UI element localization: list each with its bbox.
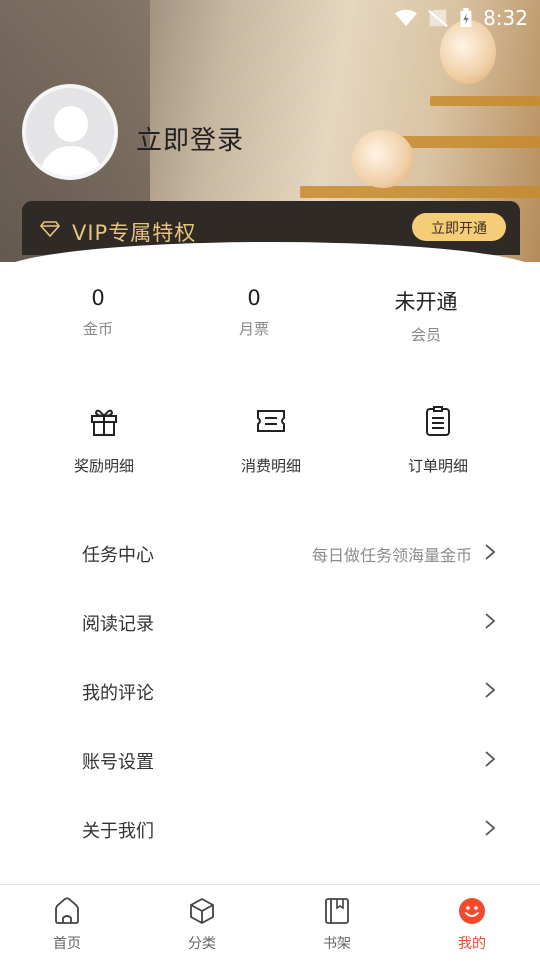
- smiley-icon: [459, 898, 485, 924]
- ticket-icon: [257, 410, 285, 432]
- vip-title: VIP专属特权: [72, 221, 197, 245]
- stat-value: 0: [247, 286, 261, 310]
- battery-charging-icon: [460, 8, 472, 28]
- tab-label: 书架: [323, 936, 351, 952]
- stat-coins[interactable]: 0 金币: [28, 286, 168, 339]
- tab-label: 首页: [53, 936, 81, 952]
- tab-bookshelf[interactable]: 书架: [297, 897, 377, 953]
- menu-list: 任务中心 每日做任务领海量金币 阅读记录 我的评论 账号设置 关于我们: [0, 517, 540, 862]
- menu-item-hint: 每日做任务领海量金币: [311, 546, 472, 565]
- chevron-right-icon: [485, 820, 496, 836]
- stat-value: 0: [91, 286, 105, 310]
- wifi-icon: [395, 9, 418, 27]
- diamond-icon: [40, 221, 60, 237]
- menu-item-account-settings[interactable]: 账号设置: [0, 724, 540, 793]
- status-bar: 8:32: [395, 4, 528, 32]
- chevron-right-icon: [485, 613, 496, 629]
- menu-item-my-comments[interactable]: 我的评论: [0, 655, 540, 724]
- vip-activate-button[interactable]: 立即开通: [412, 213, 506, 241]
- shortcut-label: 消费明细: [240, 457, 301, 475]
- chevron-right-icon: [485, 751, 496, 767]
- tab-label: 分类: [188, 936, 216, 952]
- menu-item-label: 关于我们: [82, 821, 154, 842]
- stat-membership[interactable]: 未开通 会员: [356, 286, 496, 345]
- stats-row: 0 金币 0 月票 未开通 会员: [0, 286, 540, 356]
- menu-item-label: 账号设置: [82, 752, 154, 773]
- gift-icon: [91, 409, 117, 436]
- chevron-right-icon: [485, 544, 496, 560]
- menu-item-about-us[interactable]: 关于我们: [0, 793, 540, 862]
- status-time: 8:32: [483, 6, 528, 30]
- bookshelf-icon: [325, 898, 349, 924]
- tab-home[interactable]: 首页: [27, 897, 107, 953]
- stat-value: 未开通: [394, 290, 458, 314]
- banner-stair-2: [390, 136, 540, 148]
- banner-stair-3: [430, 96, 540, 106]
- profile-banner: 8:32 立即登录 VIP专属特权 立即开通: [0, 0, 540, 262]
- shortcut-label: 奖励明细: [73, 457, 134, 475]
- login-link[interactable]: 立即登录: [136, 120, 244, 157]
- menu-item-reading-history[interactable]: 阅读记录: [0, 586, 540, 655]
- stat-label: 金币: [82, 320, 113, 338]
- bottom-navigation: 首页 分类 书架 我的: [0, 884, 540, 961]
- chevron-right-icon: [485, 682, 496, 698]
- shortcut-reward-details[interactable]: 奖励明细: [44, 405, 164, 476]
- tab-category[interactable]: 分类: [162, 897, 242, 953]
- avatar-body-shape: [40, 146, 102, 176]
- shortcut-order-details[interactable]: 订单明细: [378, 405, 498, 476]
- home-icon: [55, 897, 79, 924]
- shortcut-consumption-details[interactable]: 消费明细: [211, 405, 331, 476]
- menu-item-task-center[interactable]: 任务中心 每日做任务领海量金币: [0, 517, 540, 586]
- shortcut-row: 奖励明细 消费明细 订单明细: [0, 405, 540, 485]
- no-sim-icon: [428, 9, 448, 27]
- shortcut-label: 订单明细: [407, 457, 468, 475]
- tab-label: 我的: [458, 936, 486, 952]
- stat-label: 月票: [238, 320, 269, 338]
- stat-monthly-tickets[interactable]: 0 月票: [184, 286, 324, 339]
- stat-label: 会员: [410, 326, 441, 344]
- banner-cat-image: [352, 130, 414, 188]
- avatar[interactable]: [22, 84, 118, 180]
- menu-item-label: 阅读记录: [82, 614, 154, 635]
- avatar-head-shape: [54, 106, 88, 142]
- order-list-icon: [426, 406, 450, 436]
- banner-stair-1: [300, 186, 540, 198]
- category-cube-icon: [190, 897, 214, 925]
- menu-item-label: 任务中心: [82, 545, 154, 566]
- menu-item-label: 我的评论: [82, 683, 154, 704]
- tab-mine[interactable]: 我的: [432, 897, 512, 953]
